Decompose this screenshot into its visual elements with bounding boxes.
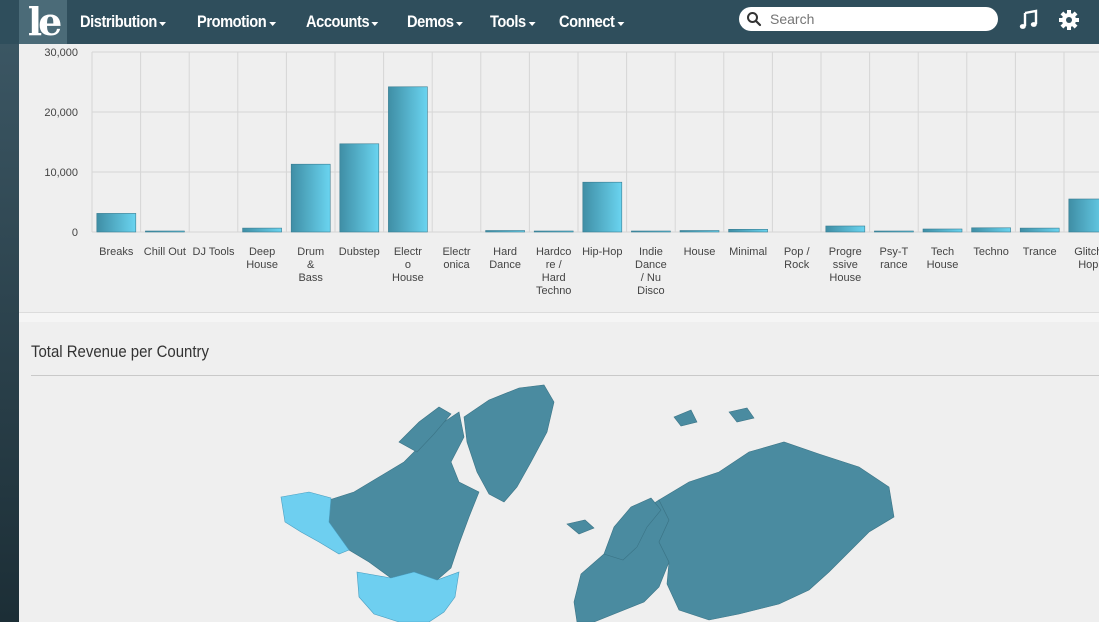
nav-label: Tools — [489, 12, 526, 31]
x-tick-label: House — [684, 246, 716, 258]
x-tick-label: GlitchHop — [1074, 246, 1099, 271]
nav-label: Demos — [407, 12, 454, 31]
map-region-russia[interactable] — [658, 441, 895, 621]
nav-label: Promotion — [197, 12, 267, 31]
search-input[interactable] — [768, 10, 992, 28]
caret-down-icon — [617, 22, 625, 26]
nav-demos[interactable]: Demos — [407, 12, 464, 32]
bar-dubstep[interactable] — [339, 143, 380, 233]
y-tick-label: 30,000 — [44, 47, 78, 59]
bar-progre-ssive-house[interactable] — [825, 225, 866, 233]
x-tick-label: Minimal — [729, 246, 767, 258]
nav-accounts[interactable]: Accounts — [306, 12, 379, 32]
bar-hip-hop[interactable] — [582, 181, 623, 233]
x-tick-label: Dubstep — [339, 246, 380, 258]
map-region-usa[interactable] — [356, 571, 460, 622]
bar-glitch-hop[interactable] — [1068, 198, 1099, 233]
x-tick-label: Hip-Hop — [582, 246, 622, 258]
x-tick-label: Drum & Bass — [297, 246, 324, 284]
x-tick-label: Indie Dance / Nu Disco — [635, 246, 667, 297]
y-tick-label: 0 — [72, 227, 78, 239]
bar-chill-out[interactable] — [145, 230, 185, 233]
y-tick-label: 20,000 — [44, 107, 78, 119]
main-nav: Distribution Promotion Accounts Demos To… — [80, 0, 652, 44]
nav-label: Distribution — [80, 12, 157, 31]
x-tick-label: Progre ssive House — [829, 246, 862, 284]
bar-deep-house[interactable] — [242, 227, 282, 233]
nav-label: Connect — [559, 12, 615, 31]
bar-drum-bass[interactable] — [290, 163, 331, 233]
nav-tools[interactable]: Tools — [490, 12, 535, 32]
x-tick-label: Trance — [1023, 246, 1057, 258]
y-tick-label: 10,000 — [44, 167, 78, 179]
x-tick-label: Pop / Rock — [784, 246, 811, 271]
genre-bar-chart: 0 10,000 20,000 30,000 Breaks Chill Out DJ To… — [44, 47, 1099, 297]
caret-down-icon — [371, 22, 379, 26]
caret-down-icon — [527, 22, 535, 26]
search-icon — [747, 12, 762, 27]
bar-trance[interactable] — [1019, 227, 1060, 233]
x-tick-label: Chill Out — [144, 246, 186, 258]
bar-breaks[interactable] — [96, 213, 137, 233]
bar-electr-o-house[interactable] — [388, 86, 428, 233]
x-tick-label: Psy-T rance — [880, 246, 909, 271]
bar-indie-dance-nu-disco[interactable] — [631, 230, 671, 233]
x-tick-label: Hardco re / Hard Techno — [536, 246, 571, 297]
caret-down-icon — [456, 22, 464, 26]
map-region-greenland[interactable] — [463, 384, 555, 503]
x-tick-label: Tech House — [927, 246, 959, 271]
bar-tech-house[interactable] — [922, 228, 963, 233]
x-tick-label: Breaks — [99, 246, 134, 258]
top-navbar: le Distribution Promotion Accounts Demos… — [0, 0, 1099, 44]
nav-connect[interactable]: Connect — [559, 12, 625, 32]
revenue-map-panel: Total Revenue per Country — [19, 322, 1099, 622]
bar-psy-t-rance[interactable] — [874, 230, 914, 233]
nav-promotion[interactable]: Promotion — [197, 12, 277, 32]
x-tick-label: Hard Dance — [489, 246, 521, 271]
search-box — [739, 7, 998, 31]
world-map — [280, 384, 895, 622]
caret-down-icon — [269, 22, 277, 26]
gear-icon[interactable] — [1058, 9, 1080, 31]
x-tick-label: Techno — [973, 246, 1008, 258]
x-tick-label: DJ Tools — [193, 246, 235, 258]
x-tick-label: Electr o House — [392, 246, 424, 284]
bar-house[interactable] — [679, 230, 720, 233]
bar-hard-dance[interactable] — [485, 230, 525, 233]
left-edge-strip — [0, 44, 19, 622]
x-tick-label: Deep House — [246, 246, 278, 271]
music-icon[interactable] — [1018, 9, 1040, 31]
site-logo[interactable]: le — [19, 0, 67, 44]
map-region-severnaya[interactable] — [728, 407, 755, 423]
bar-techno[interactable] — [971, 227, 1011, 233]
nav-label: Accounts — [305, 12, 370, 31]
x-tick-label: Electr onica — [442, 246, 470, 271]
caret-down-icon — [159, 22, 167, 26]
bar-hardco-re-hard-techno[interactable] — [533, 230, 574, 233]
bar-minimal[interactable] — [728, 229, 768, 233]
map-region-iceland[interactable] — [566, 519, 595, 535]
genre-chart-panel: 0 10,000 20,000 30,000 Breaks Chill Out DJ To… — [19, 44, 1099, 313]
nav-distribution[interactable]: Distribution — [80, 12, 167, 32]
map-region-svalbard[interactable] — [673, 409, 698, 427]
